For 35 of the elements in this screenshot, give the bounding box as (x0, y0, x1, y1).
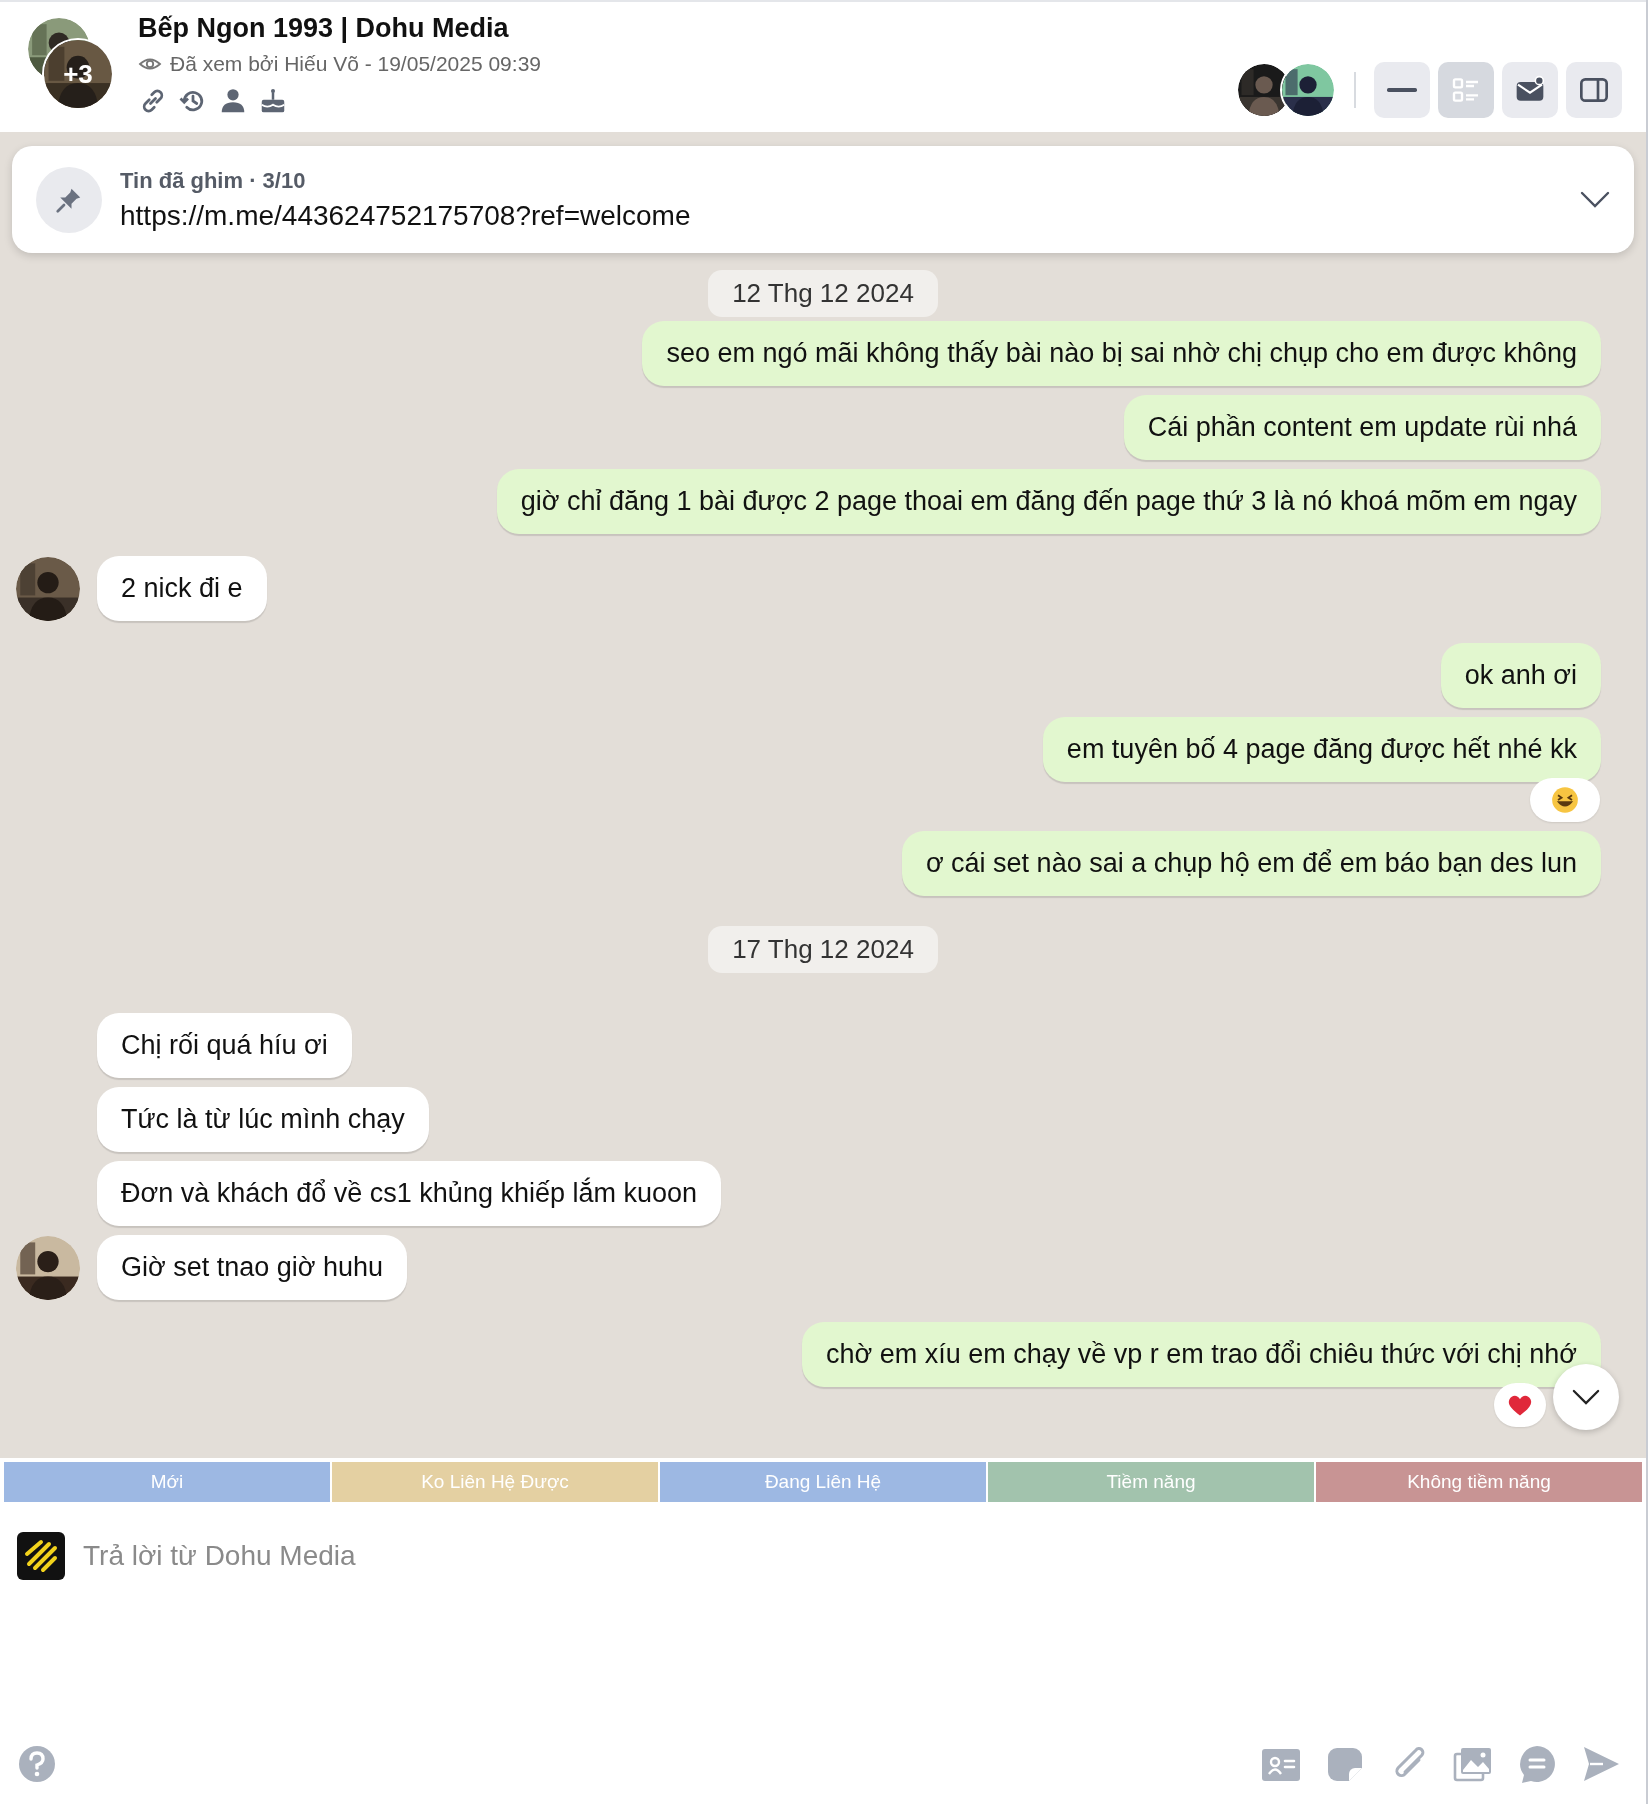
logo-icon (17, 1532, 65, 1580)
message-bubble: giờ chỉ đăng 1 bài được 2 page thoai em đăng đến page thứ 3 là nó khoá mõm em ngay (496, 469, 1601, 534)
label-tag[interactable]: Tiềm năng (988, 1462, 1314, 1502)
label-tag[interactable]: Ko Liên Hệ Được (332, 1462, 658, 1502)
member-count: +3 (44, 40, 112, 108)
message-bubble: ơ cái set nào sai a chụp hộ em để em báo bạn des lun (901, 831, 1601, 896)
message-bubble: chờ em xíu em chạy về vp r em trao đổi chiêu thức với chị nhớ (802, 1322, 1601, 1387)
chevron-down-icon (1572, 1388, 1600, 1406)
inbox-button[interactable] (1502, 62, 1558, 118)
message-bubble: Giờ set tnao giờ huhu (97, 1235, 408, 1300)
pinned-label: Tin đã ghim · 3/10 (120, 167, 307, 194)
message-bubble: Cái phần content em update rùi nhá (1123, 395, 1601, 460)
label-tag[interactable]: Đang Liên Hệ (660, 1462, 986, 1502)
chevron-down-icon[interactable] (1580, 190, 1610, 209)
date-divider: 17 Thg 12 2024 (708, 926, 938, 973)
label-tag[interactable]: Không tiềm năng (1316, 1462, 1642, 1502)
seen-status: Đã xem bởi Hiếu Võ - 19/05/2025 09:39 (170, 52, 541, 76)
side-panel-button[interactable] (1566, 62, 1622, 118)
reaction-badge[interactable] (1530, 778, 1600, 822)
message-bubble: seo em ngó mãi không thấy bài nào bị sai nhờ chị chụp cho em được không (642, 321, 1601, 386)
minimize-button[interactable] (1374, 62, 1430, 118)
label-tag[interactable]: Mới (4, 1462, 330, 1502)
date-divider: 12 Thg 12 2024 (708, 270, 938, 317)
laughing-face-icon (1551, 786, 1579, 814)
message-bubble: Chị rối quá híu ơi (97, 1013, 352, 1078)
pinned-message[interactable]: https://m.me/443624752175708?ref=welcome (120, 199, 1580, 232)
message-bubble: ok anh ơi (1440, 643, 1601, 708)
message-bubble: Đơn và khách đổ về cs1 khủng khiếp lắm kuoon (97, 1161, 722, 1226)
minus-icon (1387, 88, 1417, 92)
message-bubble: 2 nick đi e (97, 556, 267, 621)
reply-field[interactable]: Trả lời từ Dohu Media (83, 1534, 1629, 1578)
message-bubble: em tuyên bố 4 page đăng được hết nhé kk (1042, 717, 1601, 782)
chat-title: Bếp Ngon 1993 | Dohu Media (138, 12, 510, 44)
message-bubble: Tức là từ lúc mình chạy (97, 1087, 429, 1152)
reaction-badge[interactable] (1494, 1383, 1546, 1427)
